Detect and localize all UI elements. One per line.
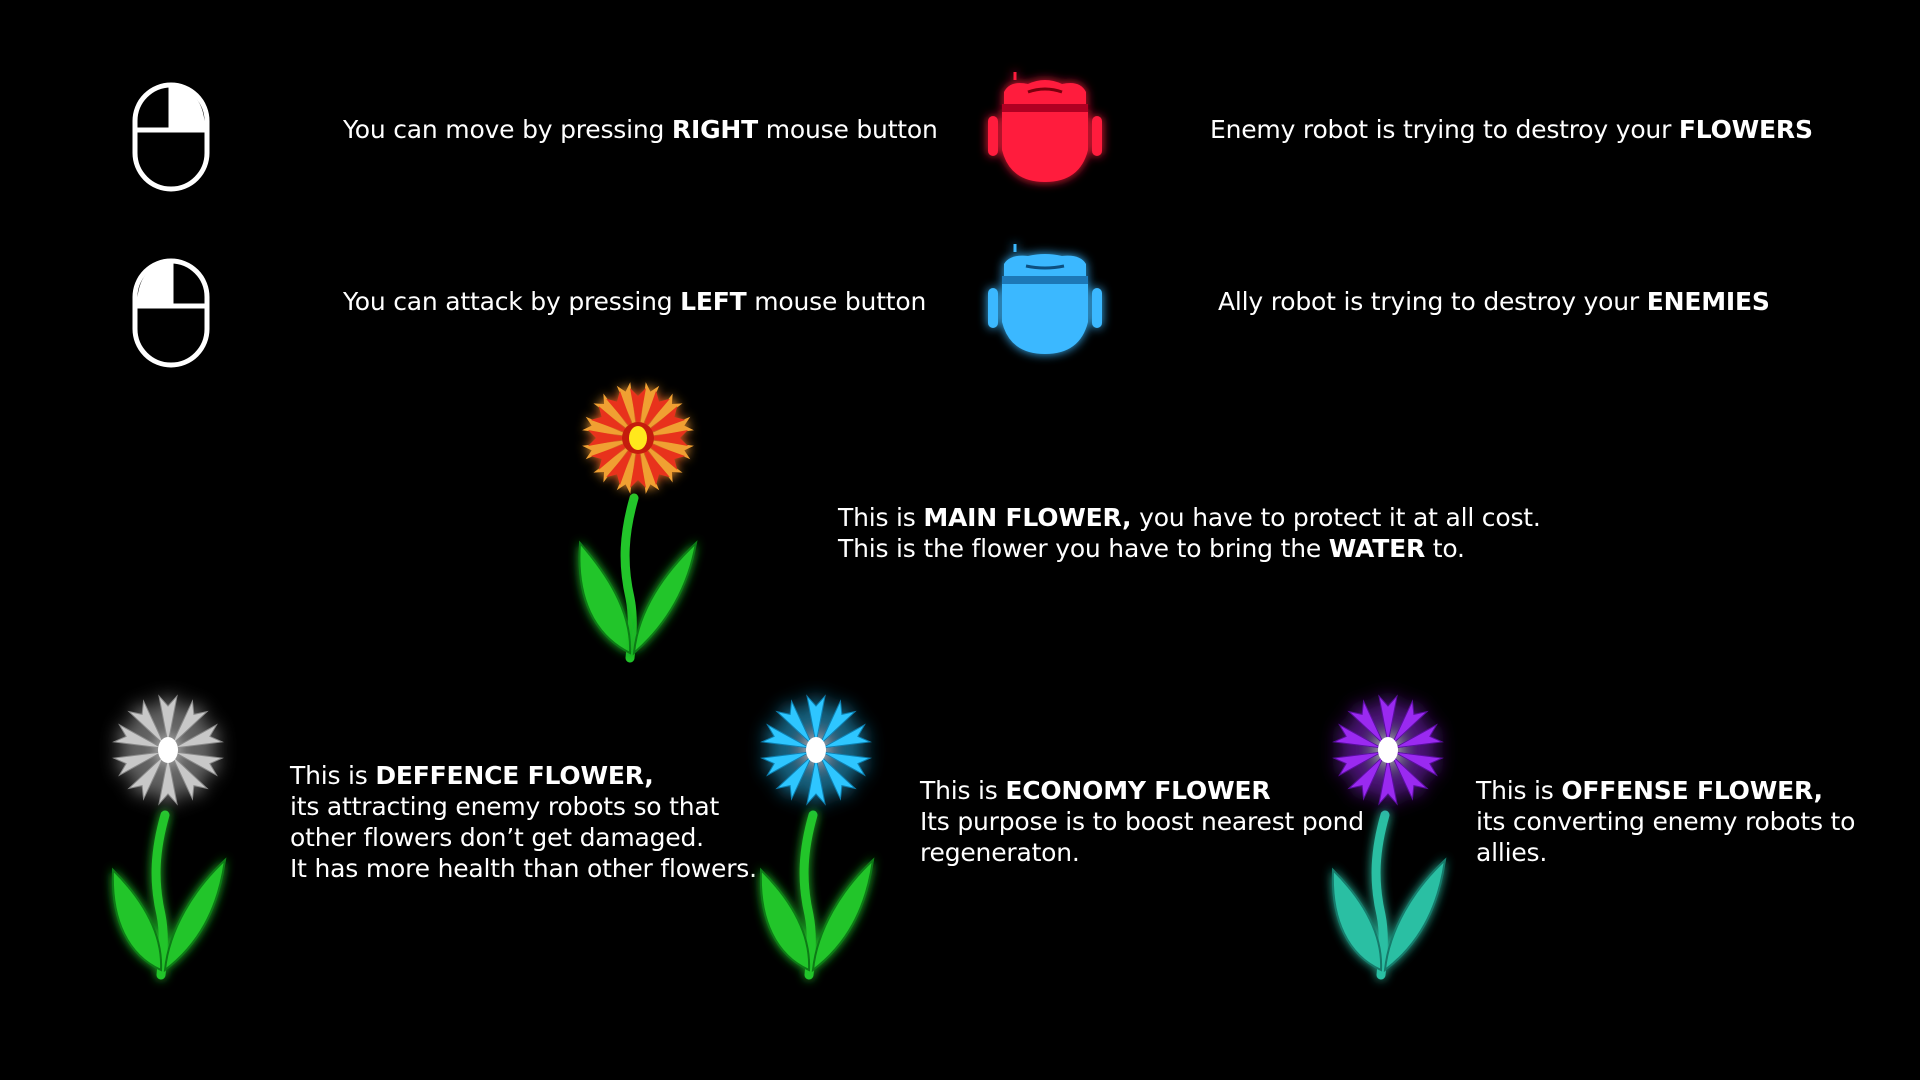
economy-flower-description: This is ECONOMY FLOWER Its purpose is to… bbox=[920, 775, 1364, 868]
main-flower-line1-pre: This is bbox=[838, 503, 924, 532]
mouse-right-button-icon bbox=[132, 82, 212, 194]
offense-flower-line-2: its converting enemy robots to bbox=[1476, 807, 1856, 836]
defence-flower-line-3: other flowers don’t get damaged. bbox=[290, 823, 704, 852]
defence-flower-line-1: This is DEFFENCE FLOWER, bbox=[290, 760, 757, 791]
enemy-text-bold: FLOWERS bbox=[1678, 115, 1813, 144]
ally-robot-icon bbox=[980, 242, 1110, 360]
attack-text-bold: LEFT bbox=[680, 287, 747, 316]
move-text-pre: You can move by pressing bbox=[343, 115, 672, 144]
enemy-text-pre: Enemy robot is trying to destroy your bbox=[1210, 115, 1679, 144]
offense-flower-bold: OFFENSE FLOWER, bbox=[1561, 776, 1823, 805]
main-flower-line1-post: you have to protect it at all cost. bbox=[1131, 503, 1541, 532]
economy-flower-pre: This is bbox=[920, 776, 1006, 805]
economy-flower-line-3: regeneraton. bbox=[920, 838, 1080, 867]
defence-flower-icon bbox=[98, 680, 248, 980]
enemy-robot-description: Enemy robot is trying to destroy your FL… bbox=[1210, 114, 1813, 145]
ally-robot-description: Ally robot is trying to destroy your ENE… bbox=[1218, 286, 1770, 317]
enemy-robot-icon bbox=[980, 70, 1110, 188]
economy-flower-line-1: This is ECONOMY FLOWER bbox=[920, 775, 1364, 806]
main-flower-description: This is MAIN FLOWER, you have to protect… bbox=[838, 502, 1541, 564]
offense-flower-description: This is OFFENSE FLOWER, its converting e… bbox=[1476, 775, 1855, 868]
main-flower-line2-post: to. bbox=[1425, 534, 1465, 563]
main-flower-icon bbox=[566, 368, 706, 668]
move-text-bold: RIGHT bbox=[671, 115, 758, 144]
economy-flower-icon bbox=[746, 680, 896, 980]
move-instruction: You can move by pressing RIGHT mouse but… bbox=[343, 114, 938, 145]
economy-flower-bold: ECONOMY FLOWER bbox=[1005, 776, 1271, 805]
defence-flower-line-4: It has more health than other flowers. bbox=[290, 854, 757, 883]
defence-flower-pre: This is bbox=[290, 761, 376, 790]
main-flower-line1-bold: MAIN FLOWER, bbox=[923, 503, 1132, 532]
main-flower-line2-bold: WATER bbox=[1328, 534, 1426, 563]
attack-text-pre: You can attack by pressing bbox=[343, 287, 681, 316]
offense-flower-icon bbox=[1318, 680, 1468, 980]
ally-text-pre: Ally robot is trying to destroy your bbox=[1218, 287, 1647, 316]
main-flower-line-2: This is the flower you have to bring the… bbox=[838, 533, 1541, 564]
defence-flower-bold: DEFFENCE FLOWER, bbox=[375, 761, 654, 790]
move-text-post: mouse button bbox=[757, 115, 938, 144]
defence-flower-description: This is DEFFENCE FLOWER, its attracting … bbox=[290, 760, 757, 884]
attack-instruction: You can attack by pressing LEFT mouse bu… bbox=[343, 286, 926, 317]
economy-flower-line-2: Its purpose is to boost nearest pond bbox=[920, 807, 1364, 836]
main-flower-line2-pre: This is the flower you have to bring the bbox=[838, 534, 1329, 563]
offense-flower-pre: This is bbox=[1476, 776, 1562, 805]
main-flower-line-1: This is MAIN FLOWER, you have to protect… bbox=[838, 502, 1541, 533]
ally-text-bold: ENEMIES bbox=[1646, 287, 1770, 316]
defence-flower-line-2: its attracting enemy robots so that bbox=[290, 792, 720, 821]
offense-flower-line-3: allies. bbox=[1476, 838, 1548, 867]
offense-flower-line-1: This is OFFENSE FLOWER, bbox=[1476, 775, 1855, 806]
mouse-left-button-icon bbox=[132, 258, 212, 370]
attack-text-post: mouse button bbox=[746, 287, 927, 316]
